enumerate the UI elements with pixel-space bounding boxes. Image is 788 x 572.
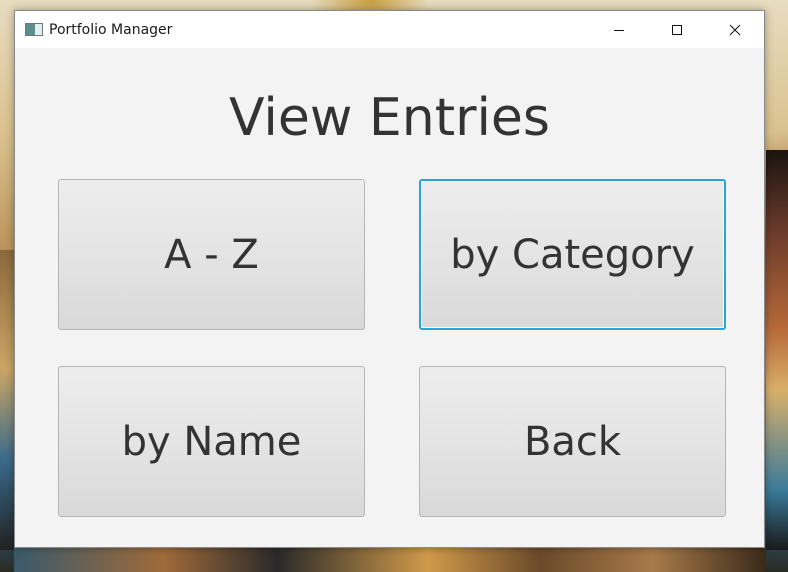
sort-a-z-button[interactable]: A - Z: [58, 179, 365, 330]
page-title: View Entries: [228, 88, 551, 148]
wallpaper-bottom-edge: [14, 548, 766, 572]
window-title: Portfolio Manager: [49, 21, 173, 38]
app-window-icon: [25, 23, 43, 36]
title-bar[interactable]: Portfolio Manager: [15, 11, 764, 48]
by-name-button[interactable]: by Name: [58, 366, 365, 517]
portfolio-manager-window: Portfolio Manager View Entries A - Z by …: [14, 10, 765, 548]
maximize-icon: [672, 24, 682, 35]
wallpaper-left-edge: [0, 250, 14, 550]
window-content: View Entries A - Z by Category by Name B…: [15, 48, 764, 547]
maximize-button[interactable]: [648, 11, 706, 48]
minimize-button[interactable]: [590, 11, 648, 48]
by-category-button[interactable]: by Category: [419, 179, 726, 330]
wallpaper-right-edge: [766, 150, 788, 550]
back-button[interactable]: Back: [419, 366, 726, 517]
close-icon: [729, 24, 741, 35]
close-button[interactable]: [706, 11, 764, 48]
window-controls: [590, 11, 764, 48]
minimize-icon: [614, 29, 624, 31]
